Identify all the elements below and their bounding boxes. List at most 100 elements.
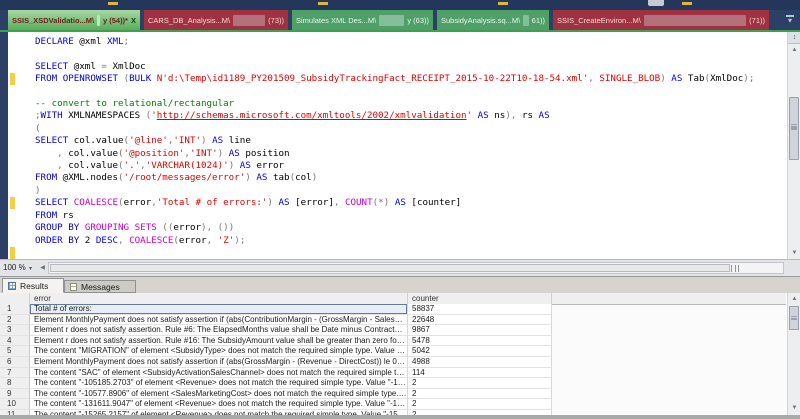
- error-cell[interactable]: The content "SAC" of element <SubsidyAct…: [30, 367, 408, 379]
- row-number[interactable]: 8: [0, 378, 30, 389]
- breakpoint-tick: [318, 2, 328, 5]
- row-number[interactable]: 9: [0, 388, 30, 400]
- editor-vertical-scrollbar[interactable]: ↕ ▲ ▼: [787, 32, 800, 259]
- column-header-counter[interactable]: counter: [408, 293, 552, 304]
- editor-bottom-bar: 100 % ▾ ◀: [0, 259, 800, 276]
- code-line: , col.value('.','VARCHAR(1024)') AS erro…: [35, 160, 285, 172]
- window-bottom-edge: [0, 415, 800, 419]
- editor-horizontal-scrollbar[interactable]: [48, 262, 784, 274]
- result-row-5[interactable]: 5 The content "MIGRATION" of element <Sub…: [0, 346, 786, 357]
- scroll-up-icon[interactable]: ▲: [788, 294, 800, 305]
- scroll-down-icon[interactable]: ▼: [788, 403, 800, 414]
- column-header-error[interactable]: error: [30, 293, 408, 304]
- error-cell[interactable]: The content "-131611.9047" of element <R…: [30, 399, 408, 410]
- error-cell[interactable]: Element MonthlyPayment does not satisfy …: [30, 356, 408, 368]
- error-cell[interactable]: The content "-10577.8906" of element <Sa…: [30, 388, 408, 400]
- results-tab-label: Results: [20, 280, 49, 291]
- sql-code-text[interactable]: DECLARE @xml XML; SELECT @xml = XmlDoc FR…: [0, 32, 754, 259]
- result-row-4[interactable]: 4 Element r does not satisfy assertion. R…: [0, 335, 786, 347]
- document-tab-4[interactable]: SubsidyAnalysis.sq...M\ 61)): [437, 10, 549, 30]
- editor-scrollbar-thumb[interactable]: [789, 97, 799, 160]
- error-cell[interactable]: Element r does not satisfy assertion. Ru…: [30, 335, 408, 347]
- redacted-text: [97, 14, 100, 26]
- grid-scrollbar-thumb[interactable]: [789, 306, 799, 330]
- result-row-3[interactable]: 3 Element r does not satisfy assertion. R…: [0, 325, 786, 336]
- counter-cell[interactable]: 58837: [408, 304, 552, 315]
- breakpoint-tick: [682, 2, 692, 5]
- scroll-left-icon[interactable]: ◀: [38, 263, 47, 274]
- breakpoint-tick: [108, 2, 118, 5]
- row-number[interactable]: 4: [0, 335, 30, 347]
- grid-vertical-scrollbar[interactable]: ▲ ▼: [787, 293, 800, 419]
- grid-body: 1 Total # of errors: 58837 2 Element Monthly…: [0, 304, 786, 419]
- counter-cell[interactable]: 5478: [408, 335, 552, 347]
- row-number[interactable]: 7: [0, 367, 30, 379]
- counter-cell[interactable]: 2: [408, 388, 552, 400]
- result-row-2[interactable]: 2 Element MonthlyPayment does not satisfy…: [0, 314, 786, 326]
- splitter-handle-icon[interactable]: ↕: [788, 32, 800, 44]
- result-row-7[interactable]: 7 The content "SAC" of element <SubsidyAc…: [0, 367, 786, 379]
- document-tab-3[interactable]: Simulates XML Des...M\ y (63)): [292, 10, 433, 30]
- document-tab-1[interactable]: SSIS_XSDValidatio...M\ y (54))* x: [8, 10, 140, 30]
- document-tab-2[interactable]: CARS_DB_Analysis...M\ (73)): [144, 10, 288, 30]
- tab-suffix: (73)): [268, 15, 284, 25]
- redacted-text: [233, 14, 266, 26]
- result-row-8[interactable]: 8 The content "-105185.2703" of element <…: [0, 378, 786, 389]
- row-number[interactable]: 2: [0, 314, 30, 326]
- result-row-1[interactable]: 1 Total # of errors: 58837: [0, 304, 786, 315]
- counter-cell[interactable]: 4988: [408, 356, 552, 368]
- scroll-down-icon[interactable]: ▼: [788, 248, 800, 259]
- document-tab-5[interactable]: SSIS_CreateEnviron...M\ (71)): [553, 10, 769, 30]
- row-number[interactable]: 6: [0, 356, 30, 368]
- row-number[interactable]: 3: [0, 325, 30, 336]
- zoom-dropdown-icon[interactable]: ▾: [29, 265, 32, 272]
- hscrollbar-grip-icon[interactable]: [731, 265, 739, 272]
- row-number-header[interactable]: [0, 293, 30, 304]
- result-row-10[interactable]: 10 The content "-131611.9047" of element …: [0, 399, 786, 410]
- tab-title: Simulates XML Des...M\: [296, 15, 377, 25]
- error-cell[interactable]: The content "-105185.2703" of element <R…: [30, 378, 408, 389]
- hscrollbar-thumb[interactable]: [50, 264, 730, 272]
- row-number[interactable]: 1: [0, 304, 30, 315]
- error-cell[interactable]: Total # of errors:: [30, 304, 408, 315]
- messages-tab-label: Messages: [81, 281, 120, 292]
- counter-cell[interactable]: 22648: [408, 314, 552, 326]
- close-icon[interactable]: x: [131, 15, 136, 25]
- tab-suffix: y (54))*: [102, 15, 128, 25]
- code-line: ;WITH XMLNAMESPACES ('http://schemas.mic…: [35, 110, 550, 122]
- code-line: SELECT COALESCE(error,'Total # of errors…: [35, 197, 462, 209]
- row-number[interactable]: 10: [0, 399, 30, 410]
- tab-messages[interactable]: Messages: [64, 280, 136, 293]
- code-line: DECLARE @xml XML;: [35, 36, 130, 47]
- counter-cell[interactable]: 2: [408, 378, 552, 389]
- code-line: FROM rs: [35, 209, 74, 221]
- tab-title: SSIS_CreateEnviron...M\: [557, 15, 641, 25]
- counter-cell[interactable]: 9867: [408, 325, 552, 336]
- document-tab-strip: SSIS_XSDValidatio...M\ y (54))* x CARS_DB_A…: [0, 10, 800, 30]
- tab-list-chevron-icon[interactable]: ▾: [786, 15, 794, 25]
- ssms-window: SSIS_XSDValidatio...M\ y (54))* x CARS_DB_A…: [0, 0, 800, 419]
- breakpoint-tick: [498, 2, 508, 5]
- code-line: ): [35, 184, 41, 196]
- code-line: FROM OPENROWSET (BULK N'd:\Temp\id1189_P…: [35, 73, 755, 85]
- result-row-6[interactable]: 6 Element MonthlyPayment does not satisfy…: [0, 356, 786, 368]
- code-line: (: [35, 122, 41, 134]
- result-row-9[interactable]: 9 The content "-10577.8906" of element <S…: [0, 388, 786, 400]
- tab-results[interactable]: Results: [2, 278, 64, 293]
- code-line: SELECT @xml = XmlDoc: [35, 60, 146, 72]
- tab-title: SSIS_XSDValidatio...M\: [12, 15, 95, 25]
- counter-cell[interactable]: 2: [408, 399, 552, 410]
- tab-suffix: 61)): [531, 15, 545, 25]
- tab-title: CARS_DB_Analysis...M\: [148, 15, 231, 25]
- tab-suffix: y (63)): [407, 15, 429, 25]
- zoom-level[interactable]: 100 %: [3, 263, 26, 272]
- error-cell[interactable]: Element MonthlyPayment does not satisfy …: [30, 314, 408, 326]
- counter-cell[interactable]: 114: [408, 367, 552, 379]
- row-number[interactable]: 5: [0, 346, 30, 357]
- results-grid: error counter 1 Total # of errors: 58837 2 E…: [0, 293, 800, 419]
- error-cell[interactable]: Element r does not satisfy assertion. Ru…: [30, 325, 408, 336]
- scroll-up-icon[interactable]: ▲: [788, 45, 800, 56]
- counter-cell[interactable]: 5042: [408, 346, 552, 357]
- error-cell[interactable]: The content "MIGRATION" of element <Subs…: [30, 346, 408, 357]
